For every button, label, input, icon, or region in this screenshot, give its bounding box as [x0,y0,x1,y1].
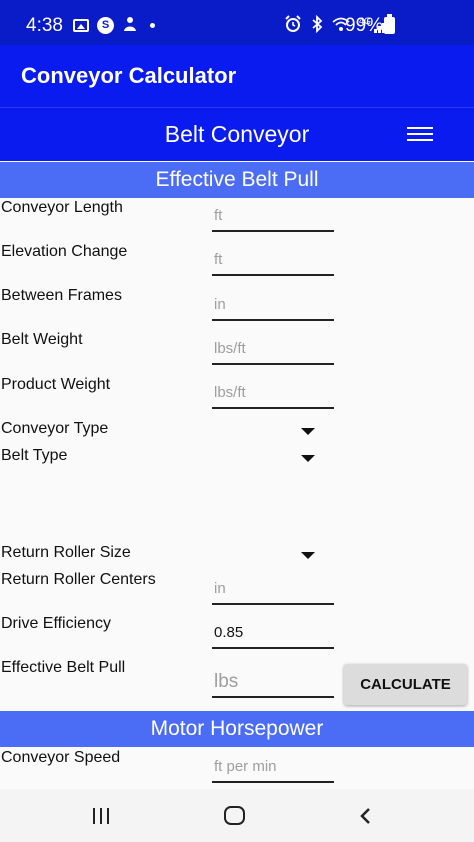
return-roller-centers-label: Return Roller Centers [1,571,156,588]
section-header-effective-belt-pull: Effective Belt Pull [0,162,474,198]
app-bar: Conveyor Calculator [0,45,474,107]
return-roller-size-dropdown-icon[interactable] [301,552,315,559]
bluetooth-icon [311,14,323,36]
conveyor-speed-input[interactable]: ft per min [212,753,334,783]
back-icon[interactable] [358,807,374,825]
conveyor-speed-label: Conveyor Speed [1,749,121,766]
recent-apps-icon[interactable] [91,808,111,824]
conveyor-length-input[interactable]: ft [212,202,334,232]
status-time: 4:38 [26,15,63,36]
status-bar: 4:38 S 4G 99% [0,0,474,45]
app-title: Conveyor Calculator [21,63,237,88]
belt-type-label: Belt Type [1,447,68,464]
conveyor-type-dropdown-icon[interactable] [301,428,315,435]
image-icon [73,19,89,32]
system-navigation-bar [0,789,474,842]
drive-efficiency-label: Drive Efficiency [1,615,111,632]
calculate-button[interactable]: CALCULATE [344,664,467,705]
person-icon [122,16,138,35]
home-icon[interactable] [224,806,245,825]
between-frames-label: Between Frames [1,287,122,304]
conveyor-length-label: Conveyor Length [1,199,123,216]
return-roller-size-label: Return Roller Size [1,544,131,561]
conveyor-type-label: Conveyor Type [1,420,109,437]
s-circle-icon: S [97,17,114,34]
calculator-header: Belt Conveyor [0,107,474,161]
battery-icon [384,14,395,34]
product-weight-label: Product Weight [1,376,111,393]
dot-icon [150,23,155,28]
return-roller-centers-input[interactable]: in [212,575,334,605]
calculator-title: Belt Conveyor [164,121,310,147]
alarm-icon [284,15,302,36]
hamburger-menu-icon[interactable] [407,127,435,145]
effective-belt-pull-label: Effective Belt Pull [1,659,126,676]
drive-efficiency-input[interactable]: 0.85 [212,619,334,649]
between-frames-input[interactable]: in [212,291,334,321]
effective-belt-pull-output[interactable]: lbs [212,668,334,698]
belt-type-dropdown-icon[interactable] [301,455,315,462]
belt-weight-label: Belt Weight [1,331,83,348]
elevation-change-input[interactable]: ft [212,246,334,276]
battery-percentage: 99% [345,15,384,36]
status-notification-icons: S [73,16,155,35]
product-weight-input[interactable]: lbs/ft [212,379,334,409]
belt-weight-input[interactable]: lbs/ft [212,335,334,365]
elevation-change-label: Elevation Change [1,243,128,260]
section-header-motor-horsepower: Motor Horsepower [0,711,474,747]
